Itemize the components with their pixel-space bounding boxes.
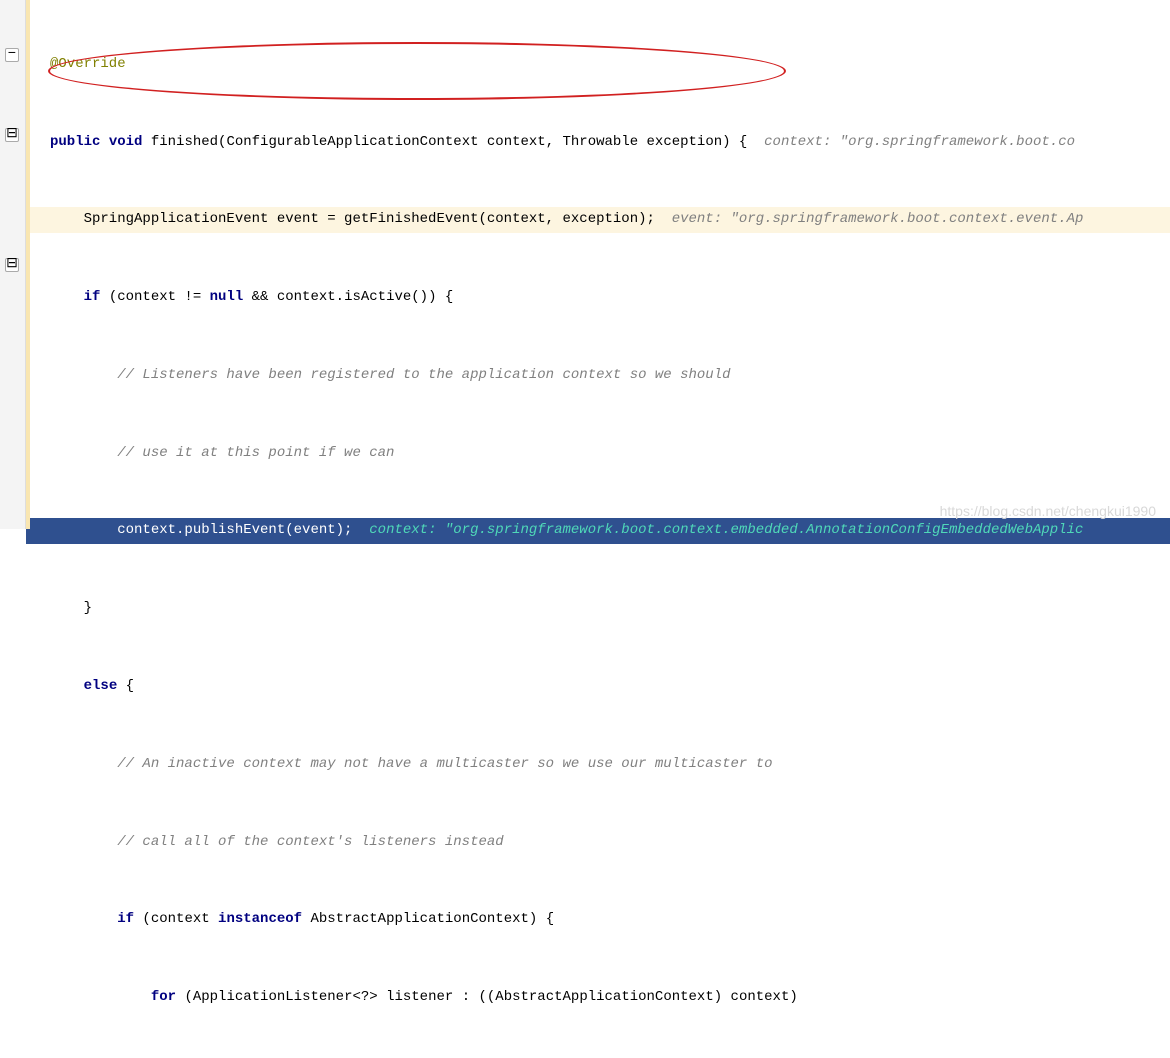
code-text: [50, 289, 84, 305]
code-line: // An inactive context may not have a mu…: [26, 752, 1170, 778]
code-text: [50, 911, 117, 927]
editor-gutter: − ⊟ ⊟: [0, 0, 26, 529]
code-text: (ApplicationListener<?> listener : ((Abs…: [176, 989, 798, 1005]
comment: // An inactive context may not have a mu…: [50, 756, 773, 772]
code-line: @Override: [26, 52, 1170, 78]
annotation: @Override: [50, 56, 126, 72]
code-line: public void finished(ConfigurableApplica…: [26, 130, 1170, 156]
code-text: AbstractApplicationContext) {: [302, 911, 554, 927]
keyword: public: [50, 134, 100, 150]
keyword: if: [84, 289, 101, 305]
keyword: else: [84, 678, 118, 694]
inlay-hint: event: "org.springframework.boot.context…: [672, 211, 1084, 227]
fold-handle-icon[interactable]: −: [5, 48, 19, 62]
code-text: (context !=: [100, 289, 209, 305]
code-line: for (ApplicationListener<?> listener : (…: [26, 985, 1170, 1011]
keyword: for: [151, 989, 176, 1005]
fold-handle-icon[interactable]: ⊟: [5, 258, 19, 272]
keyword: void: [109, 134, 143, 150]
comment: // call all of the context's listeners i…: [50, 834, 504, 850]
code-line: }: [26, 596, 1170, 622]
code-text: SpringApplicationEvent event = getFinish…: [50, 211, 672, 227]
code-line: if (context != null && context.isActive(…: [26, 285, 1170, 311]
keyword: null: [210, 289, 244, 305]
code-text: context.publishEvent(event);: [50, 522, 369, 538]
code-text: }: [50, 600, 92, 616]
change-marker: [26, 0, 30, 529]
code-line: // call all of the context's listeners i…: [26, 830, 1170, 856]
comment: // Listeners have been registered to the…: [50, 367, 731, 383]
fold-handle-icon[interactable]: ⊟: [5, 128, 19, 142]
code-line: SpringApplicationEvent event = getFinish…: [26, 207, 1170, 233]
keyword: instanceof: [218, 911, 302, 927]
code-text: [50, 989, 151, 1005]
code-text: finished(ConfigurableApplicationContext …: [142, 134, 764, 150]
comment: // use it at this point if we can: [50, 445, 394, 461]
keyword: if: [117, 911, 134, 927]
code-text: [50, 678, 84, 694]
code-line: // Listeners have been registered to the…: [26, 363, 1170, 389]
code-text: && context.isActive()) {: [243, 289, 453, 305]
inlay-hint: context: "org.springframework.boot.co: [764, 134, 1075, 150]
watermark: https://blog.csdn.net/chengkui1990: [940, 499, 1156, 525]
code-line: else {: [26, 674, 1170, 700]
code-text: {: [117, 678, 134, 694]
code-line: if (context instanceof AbstractApplicati…: [26, 907, 1170, 933]
code-editor[interactable]: @Override public void finished(Configura…: [26, 0, 1170, 1058]
code-text: (context: [134, 911, 218, 927]
code-line: // use it at this point if we can: [26, 441, 1170, 467]
